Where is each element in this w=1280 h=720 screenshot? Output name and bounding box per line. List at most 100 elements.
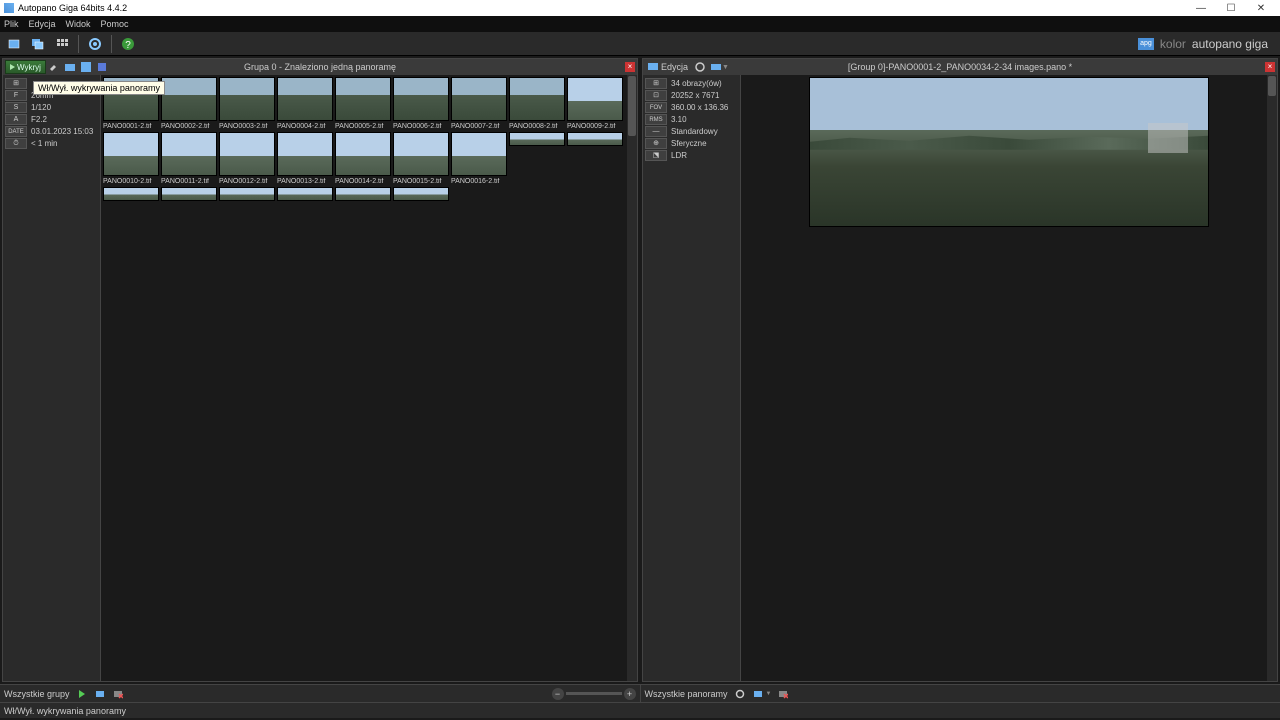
grid-view-button[interactable] [52, 34, 72, 54]
delete-icon [113, 689, 123, 699]
render-icon [710, 61, 722, 73]
thumbnail[interactable] [509, 132, 565, 185]
scrollbar-handle[interactable] [628, 76, 636, 136]
menu-edit[interactable]: Edycja [29, 19, 56, 29]
images-icon [31, 37, 45, 51]
close-button[interactable]: ✕ [1246, 0, 1276, 16]
menu-help[interactable]: Pomoc [101, 19, 129, 29]
thumbnail[interactable]: PANO0006-2.tif [393, 77, 449, 130]
thumbnail-image [219, 132, 275, 176]
thumbnail-image [393, 77, 449, 121]
render-icon [95, 689, 105, 699]
thumbnail-image [567, 77, 623, 121]
footer-play-button[interactable] [76, 688, 88, 700]
thumbnail-image [509, 132, 565, 146]
thumbnail[interactable]: PANO0009-2.tif [567, 77, 623, 130]
footer: Wszystkie grupy − + Wszystkie panoramy ▼ [0, 684, 1280, 702]
thumbnail[interactable] [335, 187, 391, 201]
footer-render-button[interactable] [94, 688, 106, 700]
thumbnail-image [219, 77, 275, 121]
help-button[interactable]: ? [118, 34, 138, 54]
open-images-button[interactable] [4, 34, 24, 54]
wrench-button[interactable] [47, 60, 61, 74]
separator [78, 35, 79, 53]
footer-delete-button[interactable] [112, 688, 124, 700]
maximize-button[interactable]: ☐ [1216, 0, 1246, 16]
panorama-close-button[interactable]: × [1265, 62, 1275, 72]
thumbnail-image [103, 187, 159, 201]
panorama-title: [Group 0]-PANO0001-2_PANO0034-2-34 image… [848, 62, 1072, 72]
thumbnail[interactable]: PANO0005-2.tif [335, 77, 391, 130]
dropdown-icon[interactable]: ▼ [722, 64, 729, 71]
thumbnail[interactable]: PANO0016-2.tif [451, 132, 507, 185]
pano-settings-button[interactable] [693, 60, 707, 74]
separator [111, 35, 112, 53]
thumbnail-label: PANO0009-2.tif [567, 123, 623, 130]
thumbnail-image [335, 187, 391, 201]
thumbnail[interactable]: PANO0014-2.tif [335, 132, 391, 185]
panorama-panel-header: Edycja ▼ [Group 0]-PANO0001-2_PANO0034-2… [643, 59, 1277, 75]
footer-settings-button[interactable] [734, 688, 746, 700]
thumbnail[interactable]: PANO0004-2.tif [277, 77, 333, 130]
footer-delete2-button[interactable] [777, 688, 789, 700]
brand-label: apg kolor autopano giga [1138, 37, 1276, 51]
group-panel: Wykryj Grupa 0 - Znaleziono jedną panora… [2, 58, 638, 682]
menu-file[interactable]: Plik [4, 19, 19, 29]
thumbnail-image [393, 132, 449, 176]
window-title: Autopano Giga 64bits 4.4.2 [18, 3, 127, 13]
group-metadata-sidebar: ⊞ F26mm S1/120 AF2.2 DATE03.01.2023 15:0… [3, 75, 101, 681]
image-icon [7, 37, 21, 51]
group-close-button[interactable]: × [625, 62, 635, 72]
zoom-out-button[interactable]: − [552, 688, 564, 700]
main-area: Wykryj Grupa 0 - Znaleziono jedną panora… [0, 56, 1280, 684]
scrollbar-handle[interactable] [1268, 76, 1276, 96]
detect-button[interactable]: Wykryj [5, 60, 46, 74]
thumbnail[interactable] [161, 187, 217, 201]
zoom-track[interactable] [566, 692, 622, 695]
footer-render2-button[interactable] [752, 688, 764, 700]
thumbnail[interactable]: PANO0011-2.tif [161, 132, 217, 185]
thumbnail[interactable] [103, 187, 159, 201]
panorama-preview-image[interactable] [809, 77, 1209, 227]
thumbnail-image [567, 132, 623, 146]
edit-label[interactable]: Edycja [661, 62, 688, 72]
thumbnail[interactable]: PANO0007-2.tif [451, 77, 507, 130]
zoom-in-button[interactable]: + [624, 688, 636, 700]
thumbnail[interactable]: PANO0002-2.tif [161, 77, 217, 130]
thumbnail[interactable] [567, 132, 623, 185]
preview-scrollbar[interactable] [1267, 75, 1277, 681]
open-folder-button[interactable] [28, 34, 48, 54]
thumbnail-image [219, 187, 275, 201]
preview-building [1148, 123, 1188, 153]
edit-icon-button[interactable] [646, 60, 660, 74]
thumbnail[interactable]: PANO0008-2.tif [509, 77, 565, 130]
minimize-button[interactable]: — [1186, 0, 1216, 16]
menu-view[interactable]: Widok [66, 19, 91, 29]
thumbnail[interactable] [393, 187, 449, 201]
thumbnail[interactable] [277, 187, 333, 201]
thumbnail[interactable]: PANO0015-2.tif [393, 132, 449, 185]
render-button[interactable] [709, 60, 723, 74]
thumbnails-scrollbar[interactable] [627, 75, 637, 681]
meta-date-val: 03.01.2023 15:03 [31, 127, 93, 136]
wrench-icon [48, 61, 60, 73]
thumbnail[interactable]: PANO0013-2.tif [277, 132, 333, 185]
thumbnail[interactable]: PANO0010-2.tif [103, 132, 159, 185]
panorama-metadata-sidebar: ⊞34 obrazy(ów) ⊡20252 x 7671 FOV360.00 x… [643, 75, 741, 681]
gear-icon [735, 689, 745, 699]
thumbnail[interactable]: PANO0003-2.tif [219, 77, 275, 130]
plugin-button[interactable] [95, 60, 109, 74]
brand-name: autopano giga [1192, 37, 1268, 51]
save-button[interactable] [79, 60, 93, 74]
pmeta-sph-label: ⊕ [645, 138, 667, 149]
thumbnail-label: PANO0008-2.tif [509, 123, 565, 130]
thumbnail[interactable]: PANO0012-2.tif [219, 132, 275, 185]
thumbnail[interactable] [219, 187, 275, 201]
folder-button[interactable] [63, 60, 77, 74]
dropdown-icon[interactable]: ▼ [766, 691, 772, 697]
thumbnails-grid: PANO0001-2.tifPANO0002-2.tifPANO0003-2.t… [101, 75, 637, 203]
zoom-slider: − + [552, 688, 636, 700]
settings-button[interactable] [85, 34, 105, 54]
puzzle-icon [96, 61, 108, 73]
pmeta-rms-val: 3.10 [671, 115, 687, 124]
